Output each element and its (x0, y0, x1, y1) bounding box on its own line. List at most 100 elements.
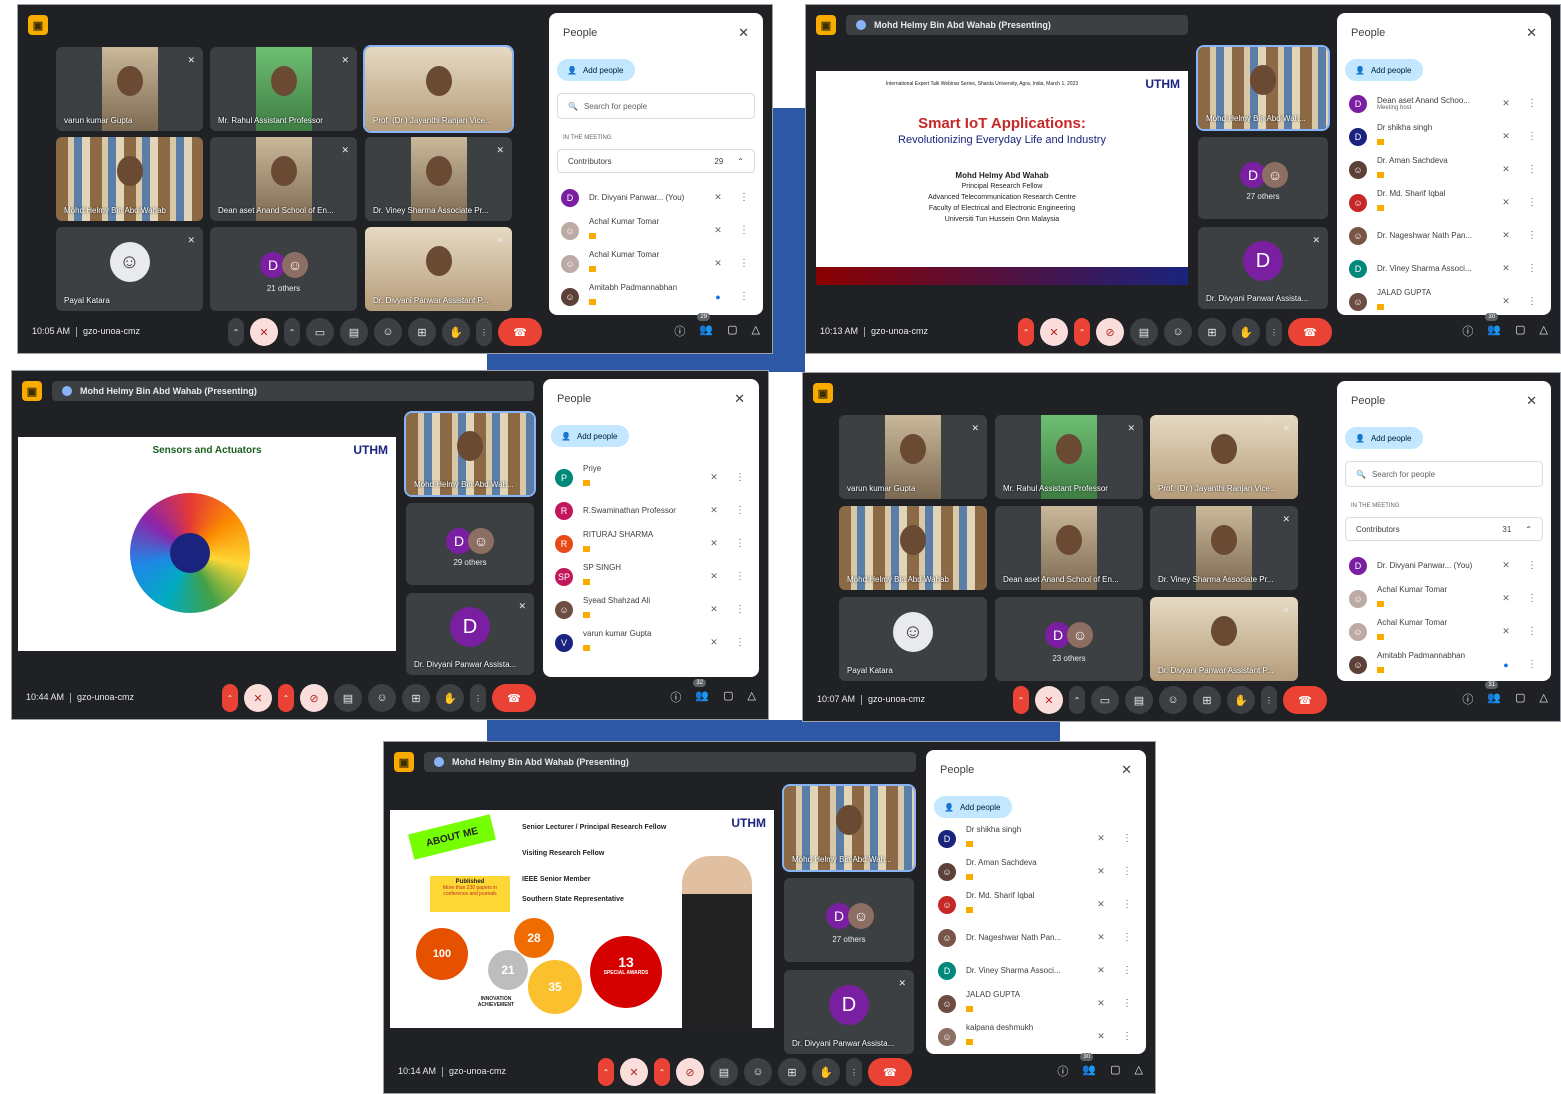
more-icon[interactable]: ⋮ (735, 604, 745, 615)
people-icon[interactable]: 👥 30 (1485, 313, 1501, 339)
participant-tile[interactable]: ✕ Dr. Divyani Panwar Assistant P... (1150, 597, 1298, 681)
mic-off-icon[interactable]: ✕ (244, 684, 272, 712)
more-icon[interactable]: ⋮ (1527, 230, 1537, 241)
list-item[interactable]: R RITURAJ SHARMA ✕ ⋮ (551, 527, 751, 560)
activities-icon[interactable]: △ (1540, 691, 1548, 707)
add-people-button[interactable]: 👤 Add people (934, 796, 1013, 818)
captions-icon[interactable]: ▤ (1130, 318, 1158, 346)
more-icon[interactable]: ⋮ (846, 1058, 862, 1086)
list-item[interactable]: D Dr shikha singh ✕ ⋮ (1345, 120, 1543, 153)
participant-tile[interactable]: Mohd Helmy Bin Abd Wah... (404, 411, 536, 497)
info-icon[interactable]: ⓘ (674, 323, 685, 339)
participant-tile[interactable]: D ✕ Dr. Divyani Panwar Assista... (1198, 227, 1328, 309)
emoji-icon[interactable]: ☺ (1164, 318, 1192, 346)
chevron-up-icon[interactable]: ⌃ (1074, 318, 1090, 346)
participant-tile[interactable]: ✕ Dean aset Anand School of En... (210, 137, 357, 221)
end-call-icon[interactable]: ☎ (868, 1058, 912, 1086)
more-icon[interactable]: ⋮ (1527, 659, 1537, 670)
search-input[interactable]: 🔍 Search for people (1345, 461, 1543, 487)
more-icon[interactable]: ⋮ (1122, 965, 1132, 976)
participant-tile[interactable]: ✕ varun kumar Gupta (839, 415, 987, 499)
hand-icon[interactable]: ✋ (1227, 686, 1255, 714)
participant-tile[interactable]: Prof. (Dr.) Jayanthi Ranjan Vice... (363, 45, 514, 133)
more-icon[interactable]: ⋮ (739, 225, 749, 236)
info-icon[interactable]: ⓘ (1057, 1063, 1068, 1079)
more-icon[interactable]: ⋮ (735, 505, 745, 516)
list-item[interactable]: ☺ kalpana deshmukh ✕ ⋮ (934, 1020, 1138, 1053)
hand-icon[interactable]: ✋ (442, 318, 470, 346)
chevron-up-icon[interactable]: ⌃ (1069, 686, 1085, 714)
more-icon[interactable]: ⋮ (739, 291, 749, 302)
participant-tile[interactable]: D ✕ Dr. Divyani Panwar Assista... (784, 970, 914, 1054)
list-item[interactable]: ☺ Amitabh Padmannabhan ● ⋮ (557, 280, 755, 313)
more-icon[interactable]: ⋮ (739, 258, 749, 269)
more-icon[interactable]: ⋮ (1527, 560, 1537, 571)
list-item[interactable]: ☺ Dr. Aman Sachdeva ✕ ⋮ (934, 855, 1138, 888)
hand-icon[interactable]: ✋ (812, 1058, 840, 1086)
present-icon[interactable]: ⊞ (1193, 686, 1221, 714)
more-icon[interactable]: ⋮ (1527, 197, 1537, 208)
list-item[interactable]: D Dr. Divyani Panwar... (You) ✕ ⋮ (1345, 549, 1543, 582)
add-people-button[interactable]: 👤 Add people (557, 59, 636, 81)
list-item[interactable]: D Dr. Viney Sharma Associ... ✕ ⋮ (1345, 252, 1543, 285)
more-icon[interactable]: ⋮ (1266, 318, 1282, 346)
chat-icon[interactable]: ▢ (1515, 323, 1525, 339)
more-icon[interactable]: ⋮ (1122, 998, 1132, 1009)
more-icon[interactable]: ⋮ (1122, 1031, 1132, 1042)
list-item[interactable]: ☺ JALAD GUPTA ✕ ⋮ (934, 987, 1138, 1020)
chevron-up-icon[interactable]: ⌃ (228, 318, 244, 346)
others-tile[interactable]: D ☺ 23 others (995, 597, 1143, 681)
chevron-up-icon[interactable]: ⌃ (1013, 686, 1029, 714)
list-item[interactable]: ☺ Achal Kumar Tomar ✕ ⋮ (1345, 615, 1543, 648)
participant-tile[interactable]: Dean aset Anand School of En... (995, 506, 1143, 590)
hand-icon[interactable]: ✋ (436, 684, 464, 712)
more-icon[interactable]: ⋮ (1122, 866, 1132, 877)
end-call-icon[interactable]: ☎ (1283, 686, 1327, 714)
participant-tile[interactable]: D ✕ Dr. Divyani Panwar Assista... (406, 593, 534, 675)
close-icon[interactable]: ✕ (1121, 762, 1132, 778)
participant-tile[interactable]: Mohd Helmy Bin Abd Wah... (1196, 45, 1330, 131)
more-icon[interactable]: ⋮ (1527, 263, 1537, 274)
more-icon[interactable]: ⋮ (1122, 932, 1132, 943)
more-icon[interactable]: ⋮ (1527, 164, 1537, 175)
mic-off-icon[interactable]: ✕ (1035, 686, 1063, 714)
present-icon[interactable]: ⊞ (402, 684, 430, 712)
list-item[interactable]: ☺ Syead Shahzad Ali ✕ ⋮ (551, 593, 751, 626)
others-tile[interactable]: D ☺ 21 others (210, 227, 357, 311)
participant-tile[interactable]: ✕ Dr. Viney Sharma Associate Pr... (365, 137, 512, 221)
chat-icon[interactable]: ▢ (1515, 691, 1525, 707)
participant-tile[interactable]: ✕ varun kumar Gupta (56, 47, 203, 131)
participant-tile[interactable]: ✕ Prof. (Dr.) Jayanthi Ranjan Vice... (1150, 415, 1298, 499)
activities-icon[interactable]: △ (748, 689, 756, 705)
close-icon[interactable]: ✕ (738, 25, 749, 41)
info-icon[interactable]: ⓘ (1462, 691, 1473, 707)
add-people-button[interactable]: 👤 Add people (1345, 59, 1424, 81)
end-call-icon[interactable]: ☎ (498, 318, 542, 346)
more-icon[interactable]: ⋮ (735, 637, 745, 648)
more-icon[interactable]: ⋮ (735, 571, 745, 582)
mic-off-icon[interactable]: ✕ (620, 1058, 648, 1086)
list-item[interactable]: ☺ Achal Kumar Tomar ✕ ⋮ (557, 214, 755, 247)
participant-tile[interactable]: Mohd Helmy Bin Abd Wahab (839, 506, 987, 590)
info-icon[interactable]: ⓘ (670, 689, 681, 705)
contributors-section[interactable]: Contributors 31 ⌃ (1345, 517, 1543, 541)
close-icon[interactable]: ✕ (734, 391, 745, 407)
activities-icon[interactable]: △ (1540, 323, 1548, 339)
add-people-button[interactable]: 👤 Add people (551, 425, 630, 447)
list-item[interactable]: ☺ JALAD GUPTA ✕ ⋮ (1345, 285, 1543, 315)
list-item[interactable]: SP SP SINGH ✕ ⋮ (551, 560, 751, 593)
chat-icon[interactable]: ▢ (727, 323, 737, 339)
camera-off-icon[interactable]: ⊘ (300, 684, 328, 712)
participant-tile[interactable]: ✕ Mr. Rahul Assistant Professor (995, 415, 1143, 499)
captions-icon[interactable]: ▤ (710, 1058, 738, 1086)
participant-tile[interactable]: ✕ Dr. Viney Sharma Associate Pr... (1150, 506, 1298, 590)
more-icon[interactable]: ⋮ (739, 192, 749, 203)
more-icon[interactable]: ⋮ (1122, 833, 1132, 844)
info-icon[interactable]: ⓘ (1462, 323, 1473, 339)
captions-icon[interactable]: ▤ (334, 684, 362, 712)
chat-icon[interactable]: ▢ (723, 689, 733, 705)
emoji-icon[interactable]: ☺ (744, 1058, 772, 1086)
more-icon[interactable]: ⋮ (735, 472, 745, 483)
participant-tile[interactable]: ☺ Payal Katara (839, 597, 987, 681)
list-item[interactable]: ☺ Dr. Nageshwar Nath Pan... ✕ ⋮ (934, 921, 1138, 954)
